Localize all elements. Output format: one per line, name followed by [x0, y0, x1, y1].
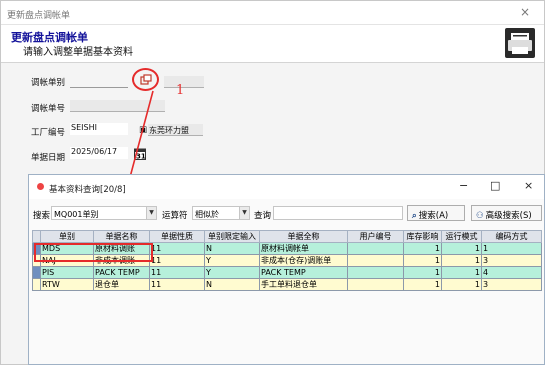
table-cell: 手工单料退仓单 [259, 278, 348, 291]
chevron-down-icon: ▼ [146, 207, 156, 219]
table-cell: 1 [403, 266, 442, 279]
header-subtitle: 请输入调整单据基本资料 [23, 47, 133, 58]
dialog-close-button[interactable]: × [524, 179, 533, 192]
grid-header-row: 单别 单据名称 单据性质 单别限定输入 单据全称 用户编号 库存影响 运行模式 … [32, 230, 542, 243]
column-header[interactable]: 单据全称 [259, 230, 348, 243]
table-cell: 1 [441, 278, 482, 291]
table-cell: 3 [481, 278, 542, 291]
search-icon: ⌕ [412, 211, 417, 221]
table-cell: 4 [481, 266, 542, 279]
number-label: 调帐单号 [31, 104, 66, 114]
table-cell: 11 [149, 278, 205, 291]
type-label: 调帐单别 [31, 78, 66, 88]
row-selector-header [32, 230, 41, 243]
table-cell: Y [204, 254, 260, 267]
query-label: 查询 [254, 211, 272, 221]
date-field[interactable]: 2025/06/17 [70, 147, 128, 159]
table-cell [347, 242, 404, 255]
table-cell: 1 [403, 278, 442, 291]
column-header[interactable]: 单据性质 [149, 230, 205, 243]
column-header[interactable]: 用户编号 [347, 230, 404, 243]
operator-label: 运算符 [162, 211, 188, 221]
table-cell: 1 [441, 242, 482, 255]
table-cell: 非成本(仓存)调账单 [259, 254, 348, 267]
table-cell: N [204, 278, 260, 291]
factory-field[interactable]: SEISHI [70, 123, 128, 135]
table-row[interactable]: PIS PACK TEMP 11 Y PACK TEMP 1 1 4 [32, 266, 542, 279]
search-label: 搜索 [33, 211, 51, 221]
dialog-title: 基本资料查询[20/8] [49, 185, 126, 195]
table-cell [347, 266, 404, 279]
highlight-circle [132, 68, 159, 91]
form-header: 更新盘点调帐单 请输入调整单据基本资料 [1, 25, 544, 63]
table-cell: PACK TEMP [93, 266, 150, 279]
window-title: 更新盘点调帐单 [7, 11, 71, 21]
calendar-icon[interactable]: 31 [134, 148, 146, 160]
table-cell: PIS [40, 266, 94, 279]
table-cell: 1 [481, 242, 542, 255]
svg-text:31: 31 [136, 153, 146, 161]
table-cell [347, 278, 404, 291]
row-selector[interactable] [32, 278, 41, 291]
operator-value: 相似於 [195, 210, 219, 219]
printer-icon [505, 28, 535, 58]
outer-titlebar: 更新盘点调帐单 × [1, 1, 544, 25]
maximize-button[interactable]: □ [490, 179, 500, 192]
chevron-down-icon: ▼ [239, 207, 249, 219]
column-header[interactable]: 编码方式 [481, 230, 542, 243]
date-label: 单据日期 [31, 153, 66, 163]
table-cell: 1 [403, 242, 442, 255]
factory-lookup-icon[interactable]: ▣ [139, 125, 147, 135]
advanced-search-label: 高级搜索(S) [485, 211, 532, 221]
table-cell: 退仓单 [93, 278, 150, 291]
dialog-titlebar: 基本资料查询[20/8] − □ × [29, 175, 544, 199]
table-cell: 1 [441, 266, 482, 279]
factory-name-field: 东莞环力盟 [148, 124, 203, 136]
table-cell: 11 [149, 266, 205, 279]
factory-label: 工厂编号 [31, 128, 66, 138]
table-cell: 3 [481, 254, 542, 267]
minimize-button[interactable]: − [459, 179, 468, 192]
operator-select[interactable]: 相似於 ▼ [192, 206, 250, 220]
table-cell: PACK TEMP [259, 266, 348, 279]
number-field[interactable] [70, 100, 165, 112]
table-cell: N [204, 242, 260, 255]
search-button[interactable]: ⌕ 搜索(A) [407, 205, 465, 221]
type-field[interactable] [70, 76, 128, 88]
table-cell: RTW [40, 278, 94, 291]
column-header[interactable]: 运行模式 [441, 230, 482, 243]
window-close-button[interactable]: × [520, 5, 530, 19]
search-field-value: MQ001单别 [54, 210, 99, 219]
row-selector[interactable] [32, 266, 41, 279]
query-input[interactable] [273, 206, 403, 220]
table-cell: 11 [149, 242, 205, 255]
search-toolbar: 搜索 MQ001单别 ▼ 运算符 相似於 ▼ 查询 ⌕ 搜索(A) ⚇ 高级搜索(S… [29, 202, 544, 224]
table-row[interactable]: RTW 退仓单 11 N 手工单料退仓单 1 1 3 [32, 278, 542, 291]
column-header[interactable]: 单别限定输入 [204, 230, 260, 243]
column-header[interactable]: 单据名称 [93, 230, 150, 243]
advanced-search-button[interactable]: ⚇ 高级搜索(S) [471, 205, 542, 221]
table-cell: 11 [149, 254, 205, 267]
binoculars-icon: ⚇ [476, 211, 484, 221]
search-field-select[interactable]: MQ001单别 ▼ [51, 206, 157, 220]
lookup-dialog: 基本资料查询[20/8] − □ × 搜索 MQ001单别 ▼ 运算符 相似於 … [28, 174, 545, 365]
table-cell: 1 [441, 254, 482, 267]
table-cell: Y [204, 266, 260, 279]
table-cell: 原材料调帐单 [259, 242, 348, 255]
date-value: 2025/06/17 [71, 147, 118, 156]
factory-name: 东莞环力盟 [149, 126, 189, 135]
factory-value: SEISHI [71, 123, 97, 132]
highlight-rectangle [34, 243, 153, 262]
search-button-label: 搜索(A) [418, 211, 449, 221]
annotation-number: 1 [176, 83, 185, 98]
table-cell [347, 254, 404, 267]
app-icon [37, 183, 44, 190]
table-cell: 1 [403, 254, 442, 267]
column-header[interactable]: 单别 [40, 230, 94, 243]
column-header[interactable]: 库存影响 [403, 230, 442, 243]
